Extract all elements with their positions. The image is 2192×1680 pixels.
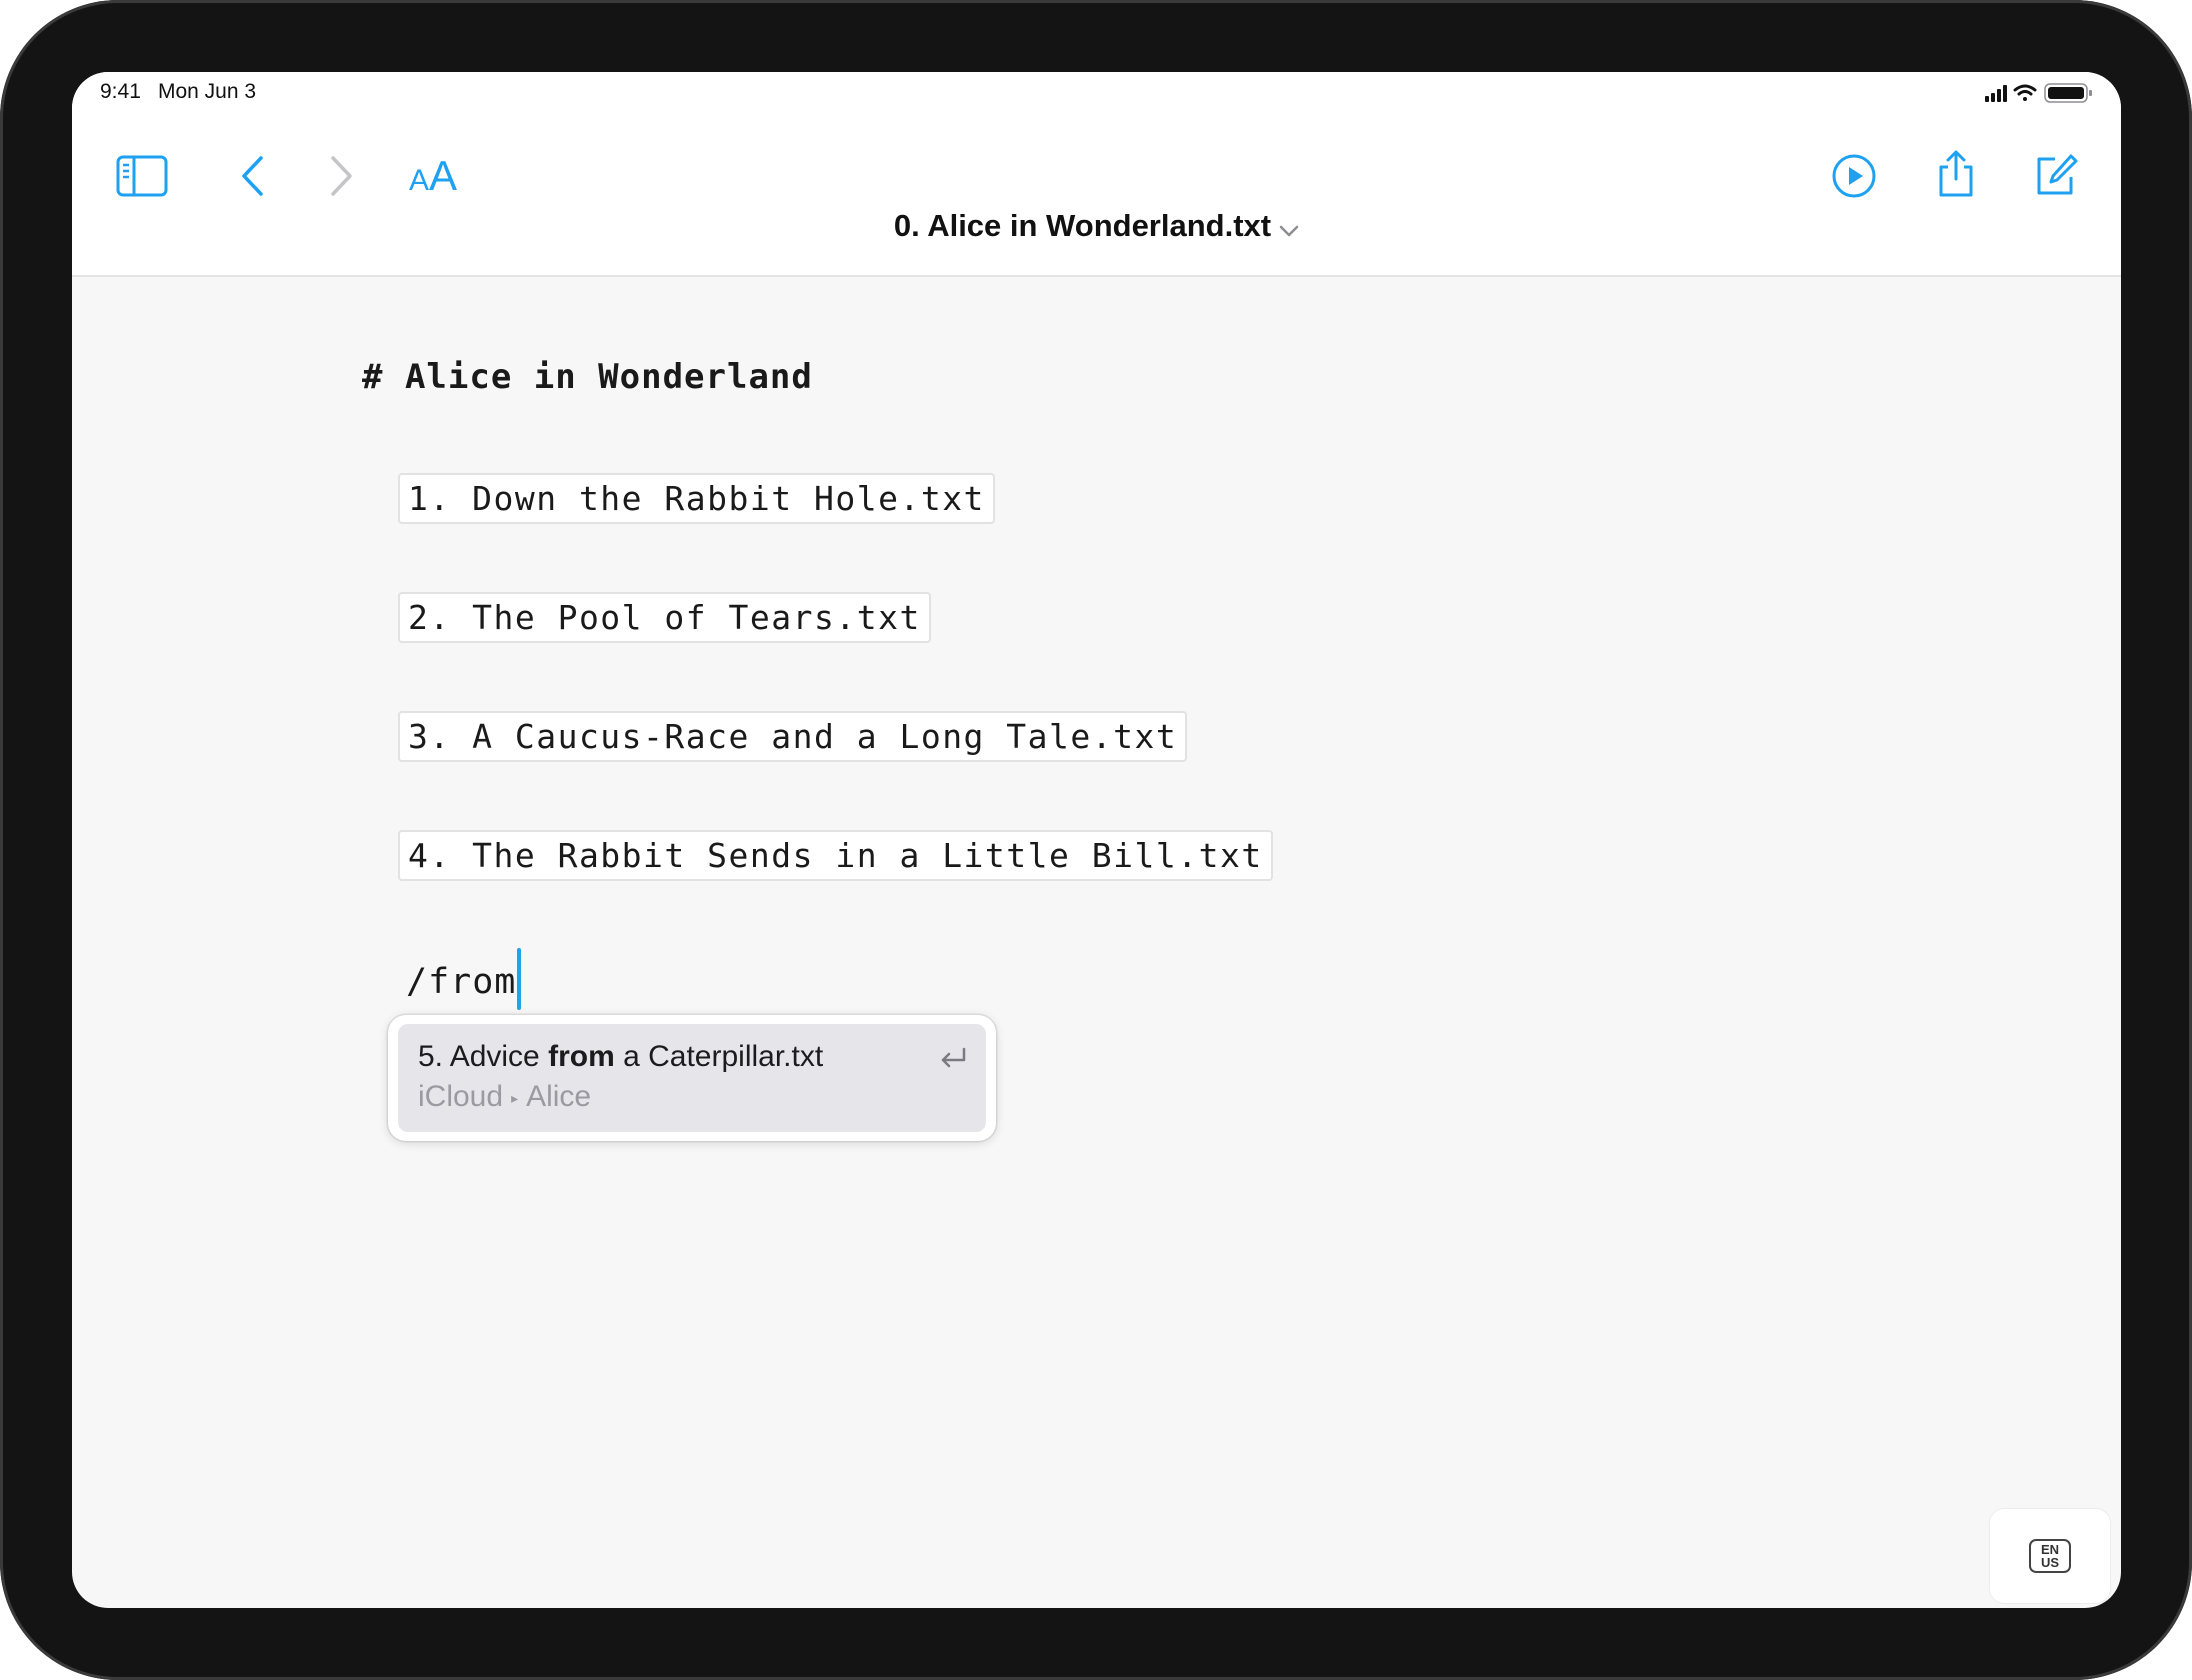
suggestion-title-suffix: a Caterpillar.txt bbox=[614, 1040, 824, 1073]
forward-button[interactable] bbox=[312, 146, 372, 206]
suggestion-title-match: from bbox=[548, 1040, 615, 1073]
play-icon bbox=[1832, 154, 1876, 198]
file-link-3[interactable]: 3. A Caucus-Race and a Long Tale.txt bbox=[398, 711, 1188, 762]
document-heading: # Alice in Wonderland bbox=[362, 357, 813, 397]
autocomplete-popup: 5. Advice from a Caterpillar.txt iCloud ▸… bbox=[388, 1015, 996, 1141]
return-icon bbox=[938, 1046, 968, 1077]
typed-text: /from bbox=[406, 962, 517, 1002]
back-icon bbox=[242, 156, 263, 196]
text-size-icon: AA bbox=[408, 152, 458, 199]
back-button[interactable] bbox=[222, 146, 282, 206]
chevron-down-icon bbox=[1279, 210, 1299, 246]
sidebar-icon bbox=[116, 155, 168, 197]
keyboard-language-line2: US bbox=[2040, 1555, 2060, 1570]
sidebar-toggle-button[interactable] bbox=[112, 146, 172, 206]
toolbar: AA 0. Alice in Wonderland.txt bbox=[72, 128, 2121, 277]
file-link-2[interactable]: 2. The Pool of Tears.txt bbox=[398, 592, 931, 643]
file-link-1[interactable]: 1. Down the Rabbit Hole.txt bbox=[398, 473, 995, 524]
suggestion-path: iCloud ▸ Alice bbox=[418, 1080, 591, 1114]
path-separator-icon: ▸ bbox=[511, 1089, 519, 1106]
suggestion-path-root: iCloud bbox=[418, 1080, 504, 1113]
text-size-button[interactable]: AA bbox=[398, 146, 468, 206]
play-button[interactable] bbox=[1824, 146, 1884, 206]
keyboard-language-icon: EN US bbox=[2029, 1539, 2071, 1573]
keyboard-language-button[interactable]: EN US bbox=[1990, 1509, 2110, 1603]
share-button[interactable] bbox=[1926, 142, 1986, 206]
suggestion-title: 5. Advice from a Caterpillar.txt bbox=[418, 1040, 823, 1074]
status-date: Mon Jun 3 bbox=[158, 80, 257, 103]
file-link-4[interactable]: 4. The Rabbit Sends in a Little Bill.txt bbox=[398, 830, 1273, 881]
ipad-frame: 9:41 Mon Jun 3 AA 0. Alice in Wonderland… bbox=[0, 0, 2192, 1680]
compose-button[interactable] bbox=[2026, 144, 2086, 208]
forward-icon bbox=[331, 156, 352, 196]
typed-command[interactable]: /from bbox=[406, 948, 522, 1014]
status-bar: 9:41 Mon Jun 3 bbox=[72, 72, 2121, 128]
screen: 9:41 Mon Jun 3 AA 0. Alice in Wonderland… bbox=[72, 72, 2121, 1608]
status-icons bbox=[1985, 82, 2095, 104]
document-title: 0. Alice in Wonderland.txt bbox=[893, 208, 1272, 243]
editor[interactable]: # Alice in Wonderland 1. Down the Rabbit… bbox=[72, 277, 2121, 1608]
share-icon bbox=[1939, 150, 1973, 197]
status-time: 9:41 bbox=[100, 80, 141, 103]
cellular-signal-icon bbox=[1985, 85, 2007, 102]
suggestion-path-folder: Alice bbox=[526, 1080, 592, 1113]
wifi-icon bbox=[2013, 84, 2037, 101]
autocomplete-suggestion[interactable]: 5. Advice from a Caterpillar.txt iCloud ▸… bbox=[398, 1024, 986, 1132]
document-title-button[interactable]: 0. Alice in Wonderland.txt bbox=[72, 208, 2121, 246]
battery-icon bbox=[2044, 83, 2092, 103]
suggestion-title-prefix: 5. Advice bbox=[418, 1040, 549, 1073]
text-cursor bbox=[517, 948, 522, 1010]
compose-icon bbox=[2037, 154, 2078, 195]
